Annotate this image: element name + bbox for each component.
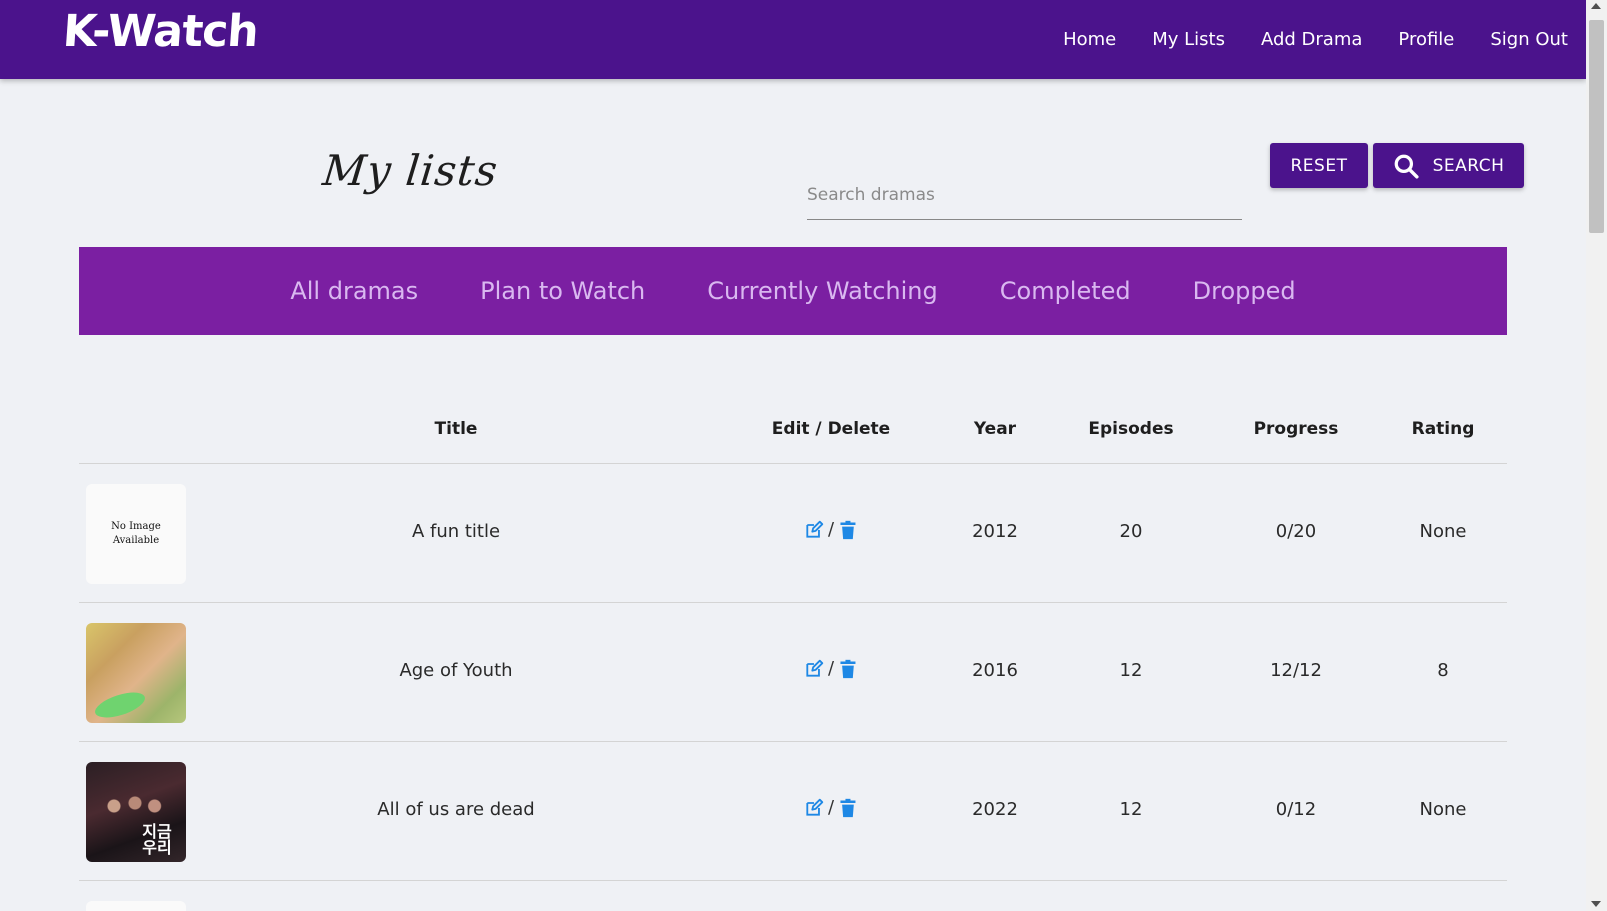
action-separator: / [827,519,835,540]
drama-progress: 0/12 [1275,799,1317,820]
navbar: K-Watch Home My Lists Add Drama Profile … [0,0,1586,79]
edit-icon[interactable] [804,520,824,540]
drama-title: Age of Youth [399,660,513,681]
reset-button[interactable]: RESET [1270,143,1368,188]
logo[interactable]: K-Watch [61,6,259,57]
drama-poster[interactable] [86,901,186,911]
drama-title: A fun title [411,521,501,542]
table-row [79,881,1507,911]
search-icon [1394,154,1419,179]
header-edit-delete: Edit / Delete [771,419,891,439]
tab-dropped[interactable]: Dropped [1193,277,1296,305]
nav-my-lists[interactable]: My Lists [1152,29,1225,50]
tab-currently-watching[interactable]: Currently Watching [707,277,937,305]
row-actions: / [804,658,858,679]
tab-completed[interactable]: Completed [1000,277,1131,305]
table-row: No Image Available A fun title / 2012 20… [79,464,1507,603]
drama-title: All of us are dead [377,799,535,820]
drama-progress: 0/20 [1275,521,1317,542]
tab-all-dramas[interactable]: All dramas [290,277,418,305]
nav-links: Home My Lists Add Drama Profile Sign Out [1063,0,1568,79]
header-progress: Progress [1253,419,1339,439]
drama-year: 2016 [972,660,1018,681]
table-row: Age of Youth / 2016 12 12/12 8 [79,603,1507,742]
drama-episodes: 12 [1119,799,1143,820]
poster-badge [92,687,148,723]
page-title: My lists [320,146,501,195]
table-header: Title Edit / Delete Year Episodes Progre… [79,395,1507,464]
scroll-down-arrow-icon[interactable] [1591,901,1601,907]
header-rating: Rating [1411,419,1475,439]
search-input[interactable] [807,170,1242,220]
drama-poster[interactable]: No Image Available [86,484,186,584]
row-actions: / [804,797,858,818]
nav-add-drama[interactable]: Add Drama [1261,29,1362,50]
header-title: Title [434,419,478,439]
edit-icon[interactable] [804,798,824,818]
drama-rating: None [1419,799,1467,820]
page-scrollbar[interactable] [1586,0,1607,911]
table-row: 지금 우리 All of us are dead / 2022 12 0/12 … [79,742,1507,881]
action-separator: / [827,658,835,679]
dramas-table: Title Edit / Delete Year Episodes Progre… [79,395,1507,911]
action-separator: / [827,797,835,818]
drama-rating: None [1419,521,1467,542]
edit-icon[interactable] [804,659,824,679]
list-tabs: All dramas Plan to Watch Currently Watch… [79,247,1507,335]
drama-poster[interactable]: 지금 우리 [86,762,186,862]
drama-poster[interactable] [86,623,186,723]
trash-icon[interactable] [838,520,858,540]
no-image-text: No Image Available [111,521,161,546]
scroll-thumb[interactable] [1589,20,1604,233]
drama-year: 2022 [972,799,1018,820]
nav-home[interactable]: Home [1063,29,1116,50]
trash-icon[interactable] [838,659,858,679]
drama-episodes: 20 [1119,521,1143,542]
search-button[interactable]: SEARCH [1373,143,1524,188]
poster-title-text: 지금 우리 [142,822,172,857]
tab-plan-to-watch[interactable]: Plan to Watch [480,277,645,305]
header-episodes: Episodes [1088,419,1174,439]
drama-progress: 12/12 [1270,660,1322,681]
drama-year: 2012 [972,521,1018,542]
scroll-up-arrow-icon[interactable] [1591,3,1601,9]
header-year: Year [973,419,1017,439]
drama-episodes: 12 [1119,660,1143,681]
row-actions: / [804,519,858,540]
trash-icon[interactable] [838,798,858,818]
nav-profile[interactable]: Profile [1398,29,1454,50]
nav-sign-out[interactable]: Sign Out [1490,29,1568,50]
drama-rating: 8 [1437,660,1449,681]
search-button-label: SEARCH [1432,155,1505,176]
